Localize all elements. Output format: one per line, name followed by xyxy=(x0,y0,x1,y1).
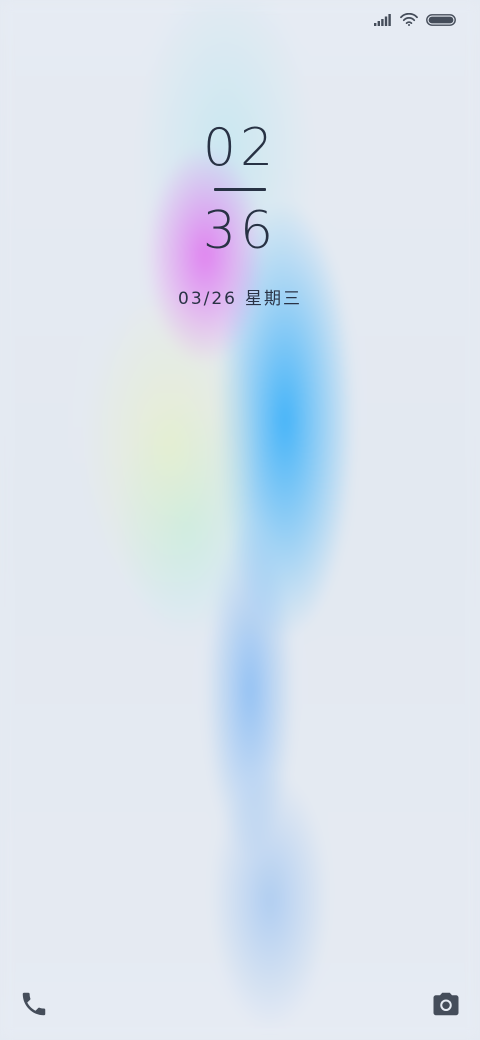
camera-shortcut-button[interactable] xyxy=(428,988,464,1024)
cellular-signal-icon xyxy=(374,11,392,30)
lockscreen-clock: 02 36 xyxy=(0,118,480,261)
date-line: 03/26 星期三 xyxy=(0,287,480,311)
camera-icon xyxy=(431,989,461,1023)
phone-shortcut-button[interactable] xyxy=(16,988,52,1024)
phone-icon xyxy=(19,989,49,1023)
date-text: 03/26 xyxy=(178,289,237,309)
clock-hour: 02 xyxy=(202,118,278,178)
wifi-icon xyxy=(400,11,418,30)
status-bar xyxy=(374,10,456,30)
clock-minute: 36 xyxy=(202,201,278,261)
battery-icon xyxy=(426,11,456,30)
clock-divider xyxy=(214,188,266,191)
weekday-text: 星期三 xyxy=(245,289,302,309)
